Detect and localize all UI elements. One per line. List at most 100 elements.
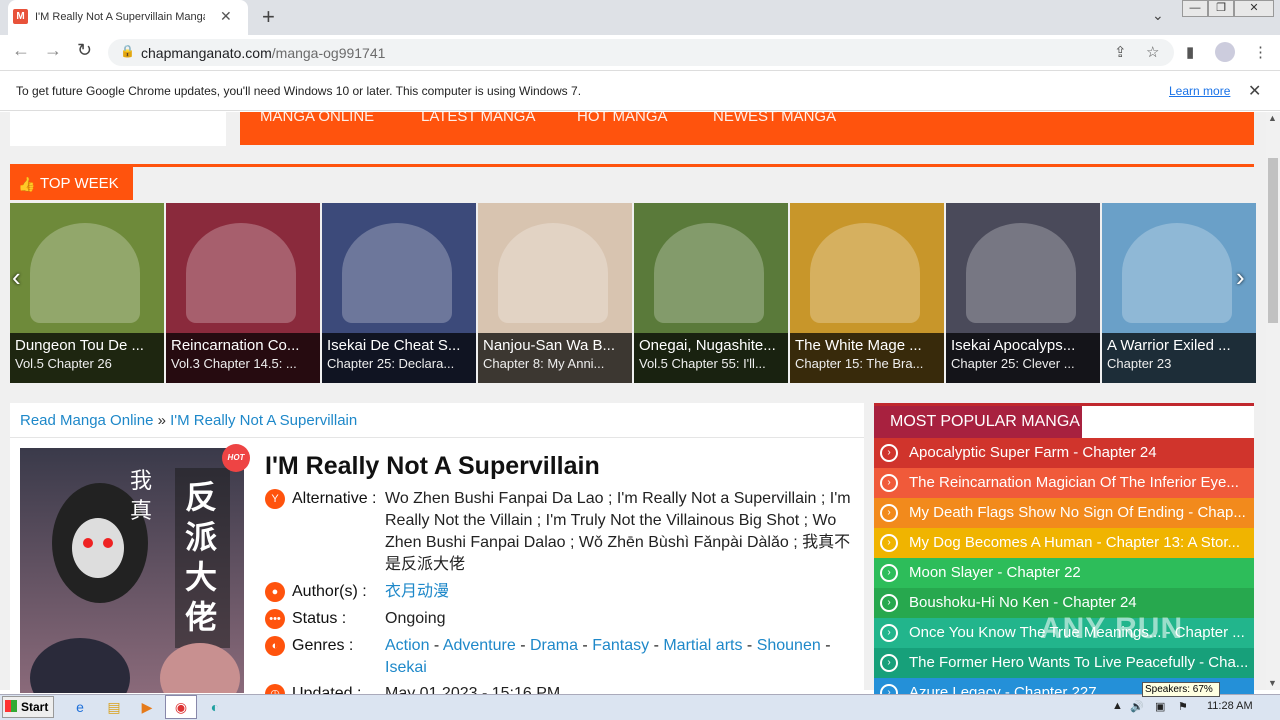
carousel-next-icon[interactable]: › [1236, 262, 1245, 293]
status-label: Status : [292, 610, 347, 627]
popular-item[interactable]: Moon Slayer - Chapter 22 [874, 558, 1254, 588]
manga-card[interactable]: Dungeon Tou De ... Vol.5 Chapter 26 [10, 203, 164, 383]
manga-card-title[interactable]: Onegai, Nugashite... [639, 337, 783, 354]
arrow-circle-icon: › [880, 504, 898, 522]
manga-card-image [186, 223, 296, 323]
genre-link[interactable]: Drama [530, 637, 578, 654]
restore-icon[interactable]: ❐ [1208, 0, 1234, 17]
genre-link[interactable]: Action [385, 637, 429, 654]
divider [10, 437, 864, 438]
manga-card-caption: Reincarnation Co... Vol.3 Chapter 14.5: .… [166, 333, 320, 383]
manga-card-title[interactable]: A Warrior Exiled ... [1107, 337, 1251, 354]
lock-icon[interactable]: 🔒 [120, 44, 135, 58]
svg-text:反: 反 [185, 478, 217, 516]
manga-card-chapter[interactable]: Chapter 23 [1107, 356, 1251, 371]
anyrun-watermark: ANY RUN [1040, 612, 1184, 645]
manga-card-chapter[interactable]: Chapter 25: Declara... [327, 356, 471, 371]
scrollbar-thumb[interactable] [1268, 158, 1278, 323]
manga-card[interactable]: A Warrior Exiled ... Chapter 23 [1102, 203, 1256, 383]
popular-item[interactable]: The Former Hero Wants To Live Peacefully… [874, 648, 1254, 678]
manga-card[interactable]: Reincarnation Co... Vol.3 Chapter 14.5: .… [166, 203, 320, 383]
menu-item-manga-online[interactable]: MANGA ONLINE [260, 108, 374, 125]
manga-card-chapter[interactable]: Vol.5 Chapter 26 [15, 356, 159, 371]
genres-list: Action - Adventure - Drama - Fantasy - M… [385, 637, 831, 676]
manga-card-chapter[interactable]: Chapter 25: Clever ... [951, 356, 1095, 371]
manga-cover-image: 反 派 大 佬 我 真 [20, 448, 244, 693]
side-panel-icon[interactable]: ▮ [1186, 43, 1194, 61]
manga-card-title[interactable]: The White Mage ... [795, 337, 939, 354]
genre-link[interactable]: Martial arts [663, 637, 742, 654]
scroll-up-icon[interactable]: ▲ [1268, 113, 1277, 123]
breadcrumb: Read Manga Online » I'M Really Not A Sup… [20, 412, 357, 429]
menu-item-newest-manga[interactable]: NEWEST MANGA [713, 108, 836, 125]
clock[interactable]: 11:28 AM [1207, 700, 1253, 712]
popular-item[interactable]: My Death Flags Show No Sign Of Ending - … [874, 498, 1254, 528]
manga-card[interactable]: Isekai De Cheat S... Chapter 25: Declara.… [322, 203, 476, 383]
network-icon[interactable]: ▣ [1155, 700, 1165, 713]
manga-card-chapter[interactable]: Chapter 8: My Anni... [483, 356, 627, 371]
manga-card-title[interactable]: Dungeon Tou De ... [15, 337, 159, 354]
infobar-close-icon[interactable]: ✕ [1248, 81, 1261, 101]
alternative-label: Alternative : [292, 490, 377, 507]
share-icon[interactable]: ⇪ [1114, 43, 1127, 61]
popular-item[interactable]: My Dog Becomes A Human - Chapter 13: A S… [874, 528, 1254, 558]
manga-card[interactable]: The White Mage ... Chapter 15: The Bra... [790, 203, 944, 383]
breadcrumb-home[interactable]: Read Manga Online [20, 412, 153, 429]
action-center-icon[interactable]: ⚑ [1178, 700, 1188, 713]
scroll-down-icon[interactable]: ▼ [1268, 678, 1277, 688]
minimize-icon[interactable]: — [1182, 0, 1208, 17]
genre-link[interactable]: Adventure [443, 637, 516, 654]
manga-card-title[interactable]: Isekai De Cheat S... [327, 337, 471, 354]
manga-title: I'M Really Not A Supervillain [265, 452, 600, 480]
manga-card-title[interactable]: Reincarnation Co... [171, 337, 315, 354]
arrow-circle-icon: › [880, 624, 898, 642]
learn-more-link[interactable]: Learn more [1169, 84, 1230, 98]
popular-item[interactable]: Apocalyptic Super Farm - Chapter 24 [874, 438, 1254, 468]
genre-link[interactable]: Shounen [757, 637, 821, 654]
manga-card-chapter[interactable]: Vol.5 Chapter 55: I'll... [639, 356, 783, 371]
genres-label: Genres : [292, 637, 354, 654]
carousel-prev-icon[interactable]: ‹ [12, 262, 21, 293]
ie-icon[interactable]: e [68, 697, 92, 717]
menu-icon[interactable]: ⋮ [1253, 43, 1268, 61]
svg-text:派: 派 [185, 518, 217, 556]
speakers-tooltip: Speakers: 67% [1142, 682, 1220, 697]
genre-link[interactable]: Fantasy [592, 637, 649, 654]
author-link[interactable]: 衣月动漫 [385, 581, 449, 603]
back-icon[interactable]: ← [12, 40, 30, 61]
manga-card-caption: Dungeon Tou De ... Vol.5 Chapter 26 [10, 333, 164, 383]
chevron-down-icon[interactable]: ⌄ [1152, 7, 1164, 24]
manga-card-chapter[interactable]: Chapter 15: The Bra... [795, 356, 939, 371]
manga-card-image [966, 223, 1076, 323]
site-logo[interactable] [10, 112, 226, 146]
speaker-icon[interactable]: 🔊 [1130, 700, 1144, 713]
reload-icon[interactable]: ↻ [77, 40, 92, 61]
genre-link[interactable]: Isekai [385, 659, 427, 676]
url-text[interactable]: chapmanganato.com/manga-og991741 [141, 45, 385, 61]
tray-arrow-icon[interactable]: ▲ [1112, 700, 1123, 712]
menu-item-latest-manga[interactable]: LATEST MANGA [421, 108, 535, 125]
manga-card[interactable]: Onegai, Nugashite... Vol.5 Chapter 55: I'… [634, 203, 788, 383]
breadcrumb-current[interactable]: I'M Really Not A Supervillain [170, 412, 357, 429]
manga-card[interactable]: Isekai Apocalyps... Chapter 25: Clever ..… [946, 203, 1100, 383]
media-player-icon[interactable]: ▶ [135, 697, 159, 717]
star-icon[interactable]: ☆ [1146, 43, 1159, 61]
new-tab-icon[interactable]: + [262, 4, 275, 30]
window-close-icon[interactable]: ✕ [1234, 0, 1274, 17]
genres-icon: ◐ [265, 636, 285, 656]
explorer-icon[interactable]: ▤ [102, 697, 126, 717]
close-tab-icon[interactable]: ✕ [220, 8, 232, 25]
url-path: /manga-og991741 [271, 45, 386, 61]
popular-item[interactable]: The Reincarnation Magician Of The Inferi… [874, 468, 1254, 498]
manga-card[interactable]: Nanjou-San Wa B... Chapter 8: My Anni... [478, 203, 632, 383]
profile-avatar[interactable] [1215, 42, 1235, 62]
author-label: Author(s) : [292, 583, 367, 600]
manga-card-title[interactable]: Isekai Apocalyps... [951, 337, 1095, 354]
menu-item-hot-manga[interactable]: HOT MANGA [577, 108, 668, 125]
edge-icon[interactable]: ◐ [203, 697, 227, 717]
forward-icon[interactable]: → [44, 40, 62, 61]
windows-logo-icon [5, 700, 17, 712]
manga-card-title[interactable]: Nanjou-San Wa B... [483, 337, 627, 354]
chrome-icon[interactable]: ◉ [169, 697, 193, 717]
manga-card-chapter[interactable]: Vol.3 Chapter 14.5: ... [171, 356, 315, 371]
